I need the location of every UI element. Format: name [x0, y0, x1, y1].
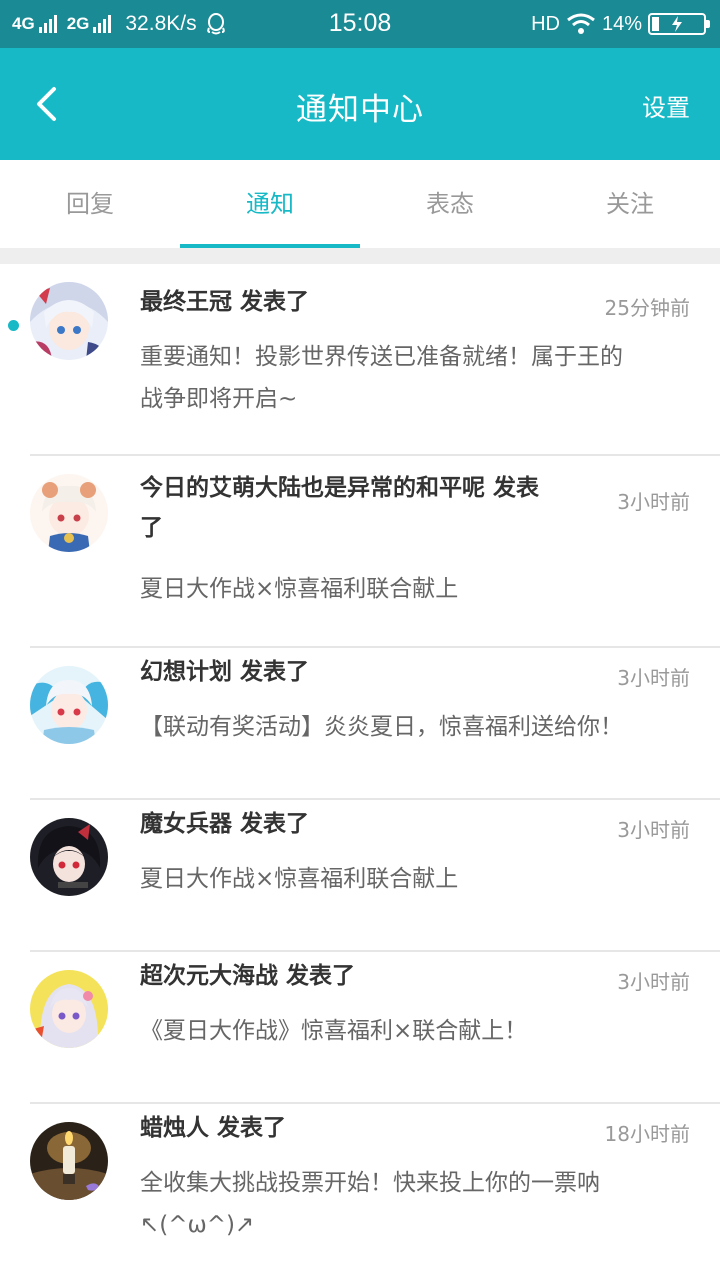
- list-item[interactable]: 幻想计划 发表了 3小时前 【联动有奖活动】炎炎夏日，惊喜福利送给你！: [30, 648, 720, 800]
- list-item[interactable]: 魔女兵器 发表了 3小时前 夏日大作战×惊喜福利联合献上: [30, 800, 720, 952]
- app-header: 通知中心 设置: [0, 48, 720, 160]
- unread-dot: [8, 320, 19, 331]
- avatar[interactable]: [30, 1122, 108, 1200]
- status-bar: 4G 2G 32.8K/s 15:08 HD 14%: [0, 0, 720, 48]
- avatar[interactable]: [30, 282, 108, 360]
- avatar[interactable]: [30, 970, 108, 1048]
- notification-title-line: 了: [140, 515, 163, 541]
- notification-title: 魔女兵器 发表了: [140, 811, 310, 837]
- notification-time: 25分钟前: [604, 296, 690, 320]
- notification-title: 最终王冠 发表了: [140, 289, 310, 315]
- notification-body-line: 【联动有奖活动】炎炎夏日，惊喜福利送给你！: [140, 714, 623, 740]
- battery-icon: [648, 13, 710, 35]
- notification-body-line: ↖(^ω^)↗: [140, 1212, 255, 1238]
- list-item[interactable]: 蜡烛人 发表了 18小时前 全收集大挑战投票开始！快来投上你的一票呐 ↖(^ω^…: [30, 1104, 720, 1280]
- tab-replies[interactable]: 回复: [0, 160, 180, 248]
- notification-body: 夏日大作战×惊喜福利联合献上: [140, 858, 690, 900]
- notification-title: 今日的艾萌大陆也是异常的和平呢 发表 了: [140, 468, 590, 548]
- notification-time: 18小时前: [604, 1122, 690, 1146]
- avatar[interactable]: [30, 666, 108, 744]
- notification-body: 全收集大挑战投票开始！快来投上你的一票呐 ↖(^ω^)↗: [140, 1162, 690, 1246]
- notification-time: 3小时前: [617, 818, 690, 842]
- wifi-icon: [567, 13, 595, 34]
- avatar[interactable]: [30, 474, 108, 552]
- section-divider: [0, 248, 720, 264]
- hd-indicator: HD: [531, 12, 560, 35]
- notification-body: 【联动有奖活动】炎炎夏日，惊喜福利送给你！: [140, 706, 690, 748]
- tab-reactions[interactable]: 表态: [360, 160, 540, 248]
- page-title: 通知中心: [296, 92, 424, 128]
- notification-body-line: 全收集大挑战投票开始！快来投上你的一票呐: [140, 1170, 600, 1196]
- notification-time: 3小时前: [617, 490, 690, 514]
- notification-body: 重要通知！投影世界传送已准备就绪！属于王的 战争即将开启~: [140, 336, 690, 420]
- notification-body-line: 夏日大作战×惊喜福利联合献上: [140, 576, 459, 602]
- notification-title: 蜡烛人 发表了: [140, 1115, 287, 1141]
- battery-percent: 14%: [601, 12, 642, 35]
- avatar[interactable]: [30, 818, 108, 896]
- notification-body: 夏日大作战×惊喜福利联合献上: [140, 568, 690, 610]
- notification-title: 幻想计划 发表了: [140, 659, 310, 685]
- notification-body: 《夏日大作战》惊喜福利×联合献上！: [140, 1010, 690, 1052]
- notification-body-line: 重要通知！投影世界传送已准备就绪！属于王的: [140, 344, 623, 370]
- tab-notifications[interactable]: 通知: [180, 160, 360, 248]
- status-right: HD 14%: [531, 10, 710, 38]
- notification-body-line: 夏日大作战×惊喜福利联合献上: [140, 866, 459, 892]
- tab-bar: 回复 通知 表态 关注: [0, 160, 720, 248]
- notification-body-line: 《夏日大作战》惊喜福利×联合献上！: [140, 1018, 528, 1044]
- list-item[interactable]: 今日的艾萌大陆也是异常的和平呢 发表 了 3小时前 夏日大作战×惊喜福利联合献上: [30, 456, 720, 648]
- settings-button[interactable]: 设置: [642, 88, 690, 123]
- list-item[interactable]: 超次元大海战 发表了 3小时前 《夏日大作战》惊喜福利×联合献上！: [30, 952, 720, 1104]
- notification-list: 最终王冠 发表了 25分钟前 重要通知！投影世界传送已准备就绪！属于王的 战争即…: [0, 264, 720, 1280]
- notification-title: 超次元大海战 发表了: [140, 963, 356, 989]
- notification-time: 3小时前: [617, 666, 690, 690]
- list-item[interactable]: 最终王冠 发表了 25分钟前 重要通知！投影世界传送已准备就绪！属于王的 战争即…: [8, 264, 720, 456]
- notification-body-line: 战争即将开启~: [140, 386, 298, 412]
- notification-time: 3小时前: [617, 970, 690, 994]
- notification-title-line: 今日的艾萌大陆也是异常的和平呢 发表: [140, 475, 540, 501]
- tab-follows[interactable]: 关注: [540, 160, 720, 248]
